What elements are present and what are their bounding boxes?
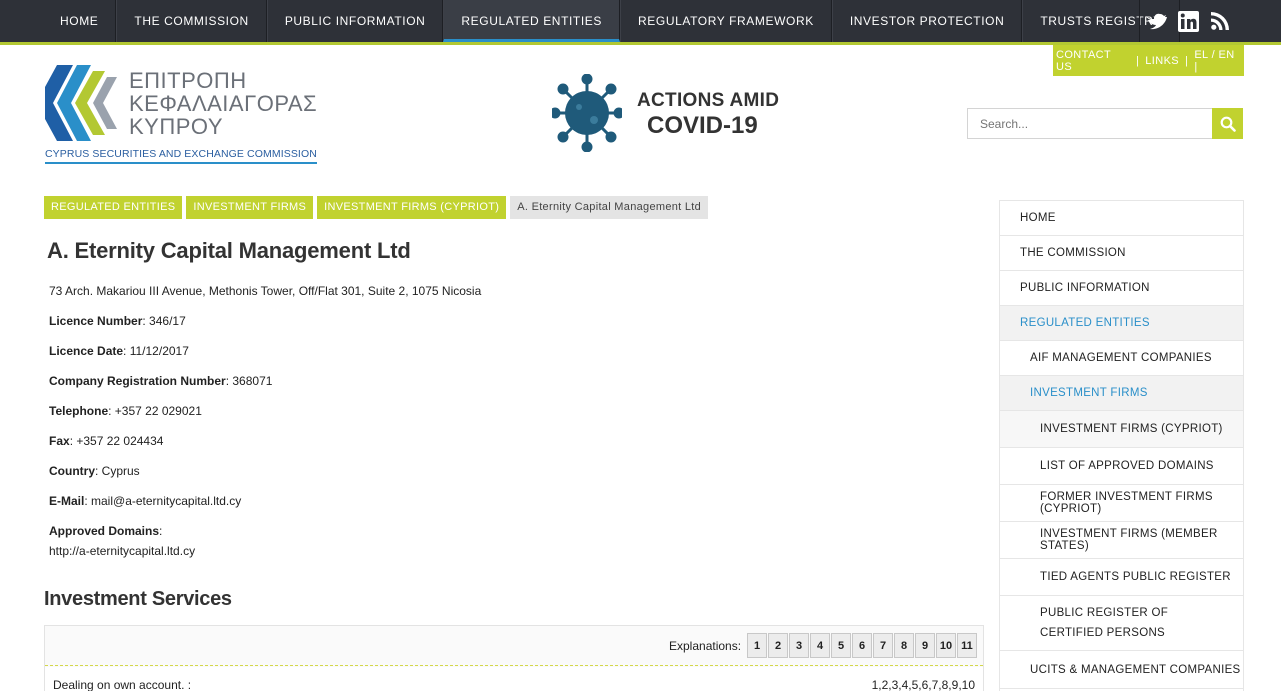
rss-icon[interactable] (1204, 0, 1236, 42)
explanations-label: Explanations: (669, 639, 742, 653)
sidebar-item-the-commission[interactable]: THE COMMISSION (1000, 236, 1243, 271)
main-nav: HOME THE COMMISSION PUBLIC INFORMATION R… (43, 0, 1180, 42)
detail-row: E-Mail: mail@a-eternitycapital.ltd.cy (49, 494, 241, 508)
detail-label: Fax (49, 434, 70, 448)
logo-wordmark: ΕΠΙΤΡΟΠΗ ΚΕΦΑΛΑΙΑΓΟΡΑΣ ΚΥΠΡΟΥ (129, 69, 317, 138)
covid-banner[interactable]: ACTIONS AMID COVID-19 (552, 74, 779, 154)
service-name: Dealing on own account. : (53, 678, 192, 691)
breadcrumb-current: A. Eternity Capital Management Ltd (510, 196, 709, 219)
logo-line-2: ΚΕΦΑΛΑΙΑΓΟΡΑΣ (129, 91, 318, 116)
top-nav-bar: HOME THE COMMISSION PUBLIC INFORMATION R… (0, 0, 1281, 42)
explanations-list: 1 2 3 4 5 6 7 8 9 10 11 (747, 633, 978, 658)
logo-line-1: ΕΠΙΤΡΟΠΗ (129, 68, 247, 93)
detail-label: Country (49, 464, 95, 478)
nav-home[interactable]: HOME (43, 0, 117, 42)
explanation-button[interactable]: 9 (915, 633, 935, 658)
sidebar-item-ucits-management-companies[interactable]: UCITS & MANAGEMENT COMPANIES (1000, 651, 1243, 689)
sidebar-item-investment-firms-member-states[interactable]: INVESTMENT FIRMS (MEMBER STATES) (1000, 522, 1243, 559)
language-switcher[interactable]: EL / EN | (1194, 49, 1241, 73)
detail-row: Approved Domains: (49, 524, 162, 538)
explanation-button[interactable]: 4 (810, 633, 830, 658)
separator: | (1135, 54, 1140, 67)
sidebar-item-list-of-approved-domains[interactable]: LIST OF APPROVED DOMAINS (1000, 448, 1243, 485)
nav-regulatory-framework[interactable]: REGULATORY FRAMEWORK (620, 0, 832, 42)
detail-row: Fax: +357 22 024434 (49, 434, 163, 448)
sidebar-item-aif-management-companies[interactable]: AIF MANAGEMENT COMPANIES (1000, 341, 1243, 376)
linkedin-icon[interactable] (1172, 0, 1204, 42)
virus-icon (552, 74, 622, 152)
detail-value: : +357 22 029021 (108, 404, 202, 418)
explanation-button[interactable]: 2 (768, 633, 788, 658)
search-input[interactable] (967, 108, 1213, 139)
sidebar-item-certified-persons-register[interactable]: PUBLIC REGISTER OF CERTIFIED PERSONS (1000, 596, 1243, 651)
detail-colon: : (159, 524, 163, 538)
detail-value[interactable]: : mail@a-eternitycapital.ltd.cy (84, 494, 241, 508)
explanation-button[interactable]: 10 (936, 633, 956, 658)
services-table: Explanations: 1 2 3 4 5 6 7 8 9 10 11 De… (44, 625, 984, 691)
detail-row: Licence Date: 11/12/2017 (49, 344, 189, 358)
section-title-investment-services: Investment Services (44, 588, 232, 610)
logo-line-3: ΚΥΠΡΟΥ (129, 114, 223, 139)
logo-subtitle: CYPRUS SECURITIES AND EXCHANGE COMMISSIO… (45, 148, 317, 164)
twitter-icon[interactable] (1140, 0, 1172, 42)
detail-value: : 11/12/2017 (123, 344, 189, 358)
breadcrumb-investment-firms[interactable]: INVESTMENT FIRMS (186, 196, 314, 219)
explanation-button[interactable]: 11 (957, 633, 977, 658)
explanation-button[interactable]: 6 (852, 633, 872, 658)
sidebar-item-regulated-entities[interactable]: REGULATED ENTITIES (1000, 306, 1243, 341)
sidebar-item-investment-firms-cypriot[interactable]: INVESTMENT FIRMS (CYPRIOT) (1000, 411, 1243, 448)
social-links (1139, 0, 1236, 42)
detail-row: Company Registration Number: 368071 (49, 374, 272, 388)
contact-us-link[interactable]: CONTACT US (1056, 49, 1130, 73)
cysec-logo[interactable]: ΕΠΙΤΡΟΠΗ ΚΕΦΑΛΑΙΑΓΟΡΑΣ ΚΥΠΡΟΥ CYPRUS SEC… (45, 63, 317, 164)
explanation-button[interactable]: 3 (789, 633, 809, 658)
nav-the-commission[interactable]: THE COMMISSION (116, 0, 267, 42)
detail-value: : +357 22 024434 (69, 434, 164, 448)
utility-links: CONTACT US | LINKS | EL / EN | (1053, 45, 1244, 76)
detail-label: Company Registration Number (49, 374, 226, 388)
sidebar-item-former-investment-firms[interactable]: FORMER INVESTMENT FIRMS (CYPRIOT) (1000, 485, 1243, 522)
search-button[interactable] (1212, 108, 1243, 139)
breadcrumb-regulated-entities[interactable]: REGULATED ENTITIES (44, 196, 183, 219)
page-title: A. Eternity Capital Management Ltd (47, 238, 411, 263)
breadcrumb: REGULATED ENTITIES INVESTMENT FIRMS INVE… (44, 196, 712, 219)
detail-label: Licence Date (49, 344, 124, 358)
services-table-header: Explanations: 1 2 3 4 5 6 7 8 9 10 11 (45, 626, 983, 666)
nav-public-information[interactable]: PUBLIC INFORMATION (266, 0, 444, 42)
detail-value: : Cyprus (95, 464, 140, 478)
detail-label: Approved Domains (49, 524, 160, 538)
detail-label: E-Mail (49, 494, 85, 508)
links-link[interactable]: LINKS (1145, 55, 1179, 67)
table-row: Dealing on own account. : 1,2,3,4,5,6,7,… (45, 667, 983, 691)
service-value: 1,2,3,4,5,6,7,8,9,10 (871, 678, 975, 691)
detail-row: Country: Cyprus (49, 464, 140, 478)
detail-value: : 346/17 (142, 314, 186, 328)
explanation-button[interactable]: 1 (747, 633, 767, 658)
detail-value: : 368071 (225, 374, 273, 388)
logo-chevrons-icon (45, 65, 117, 141)
entity-address: 73 Arch. Makariou III Avenue, Methonis T… (49, 284, 482, 298)
sidebar-nav: HOME THE COMMISSION PUBLIC INFORMATION R… (999, 200, 1244, 691)
explanation-button[interactable]: 5 (831, 633, 851, 658)
sidebar-item-home[interactable]: HOME (1000, 201, 1243, 236)
breadcrumb-investment-firms-cypriot[interactable]: INVESTMENT FIRMS (CYPRIOT) (317, 196, 507, 219)
nav-investor-protection[interactable]: INVESTOR PROTECTION (831, 0, 1023, 42)
sidebar-item-investment-firms[interactable]: INVESTMENT FIRMS (1000, 376, 1243, 411)
approved-domain[interactable]: http://a-eternitycapital.ltd.cy (49, 544, 195, 558)
detail-label: Licence Number (49, 314, 143, 328)
sidebar-item-tied-agents-register[interactable]: TIED AGENTS PUBLIC REGISTER (1000, 559, 1243, 596)
sidebar-item-public-information[interactable]: PUBLIC INFORMATION (1000, 271, 1243, 306)
detail-label: Telephone (49, 404, 109, 418)
explanation-button[interactable]: 8 (894, 633, 914, 658)
explanation-button[interactable]: 7 (873, 633, 893, 658)
nav-regulated-entities[interactable]: REGULATED ENTITIES (443, 0, 621, 42)
detail-row: Licence Number: 346/17 (49, 314, 186, 328)
search-icon (1220, 116, 1236, 132)
separator: | (1185, 54, 1189, 67)
covid-banner-line-2: COVID-19 (647, 112, 758, 139)
detail-row: Telephone: +357 22 029021 (49, 404, 202, 418)
covid-banner-line-1: ACTIONS AMID (637, 90, 780, 111)
